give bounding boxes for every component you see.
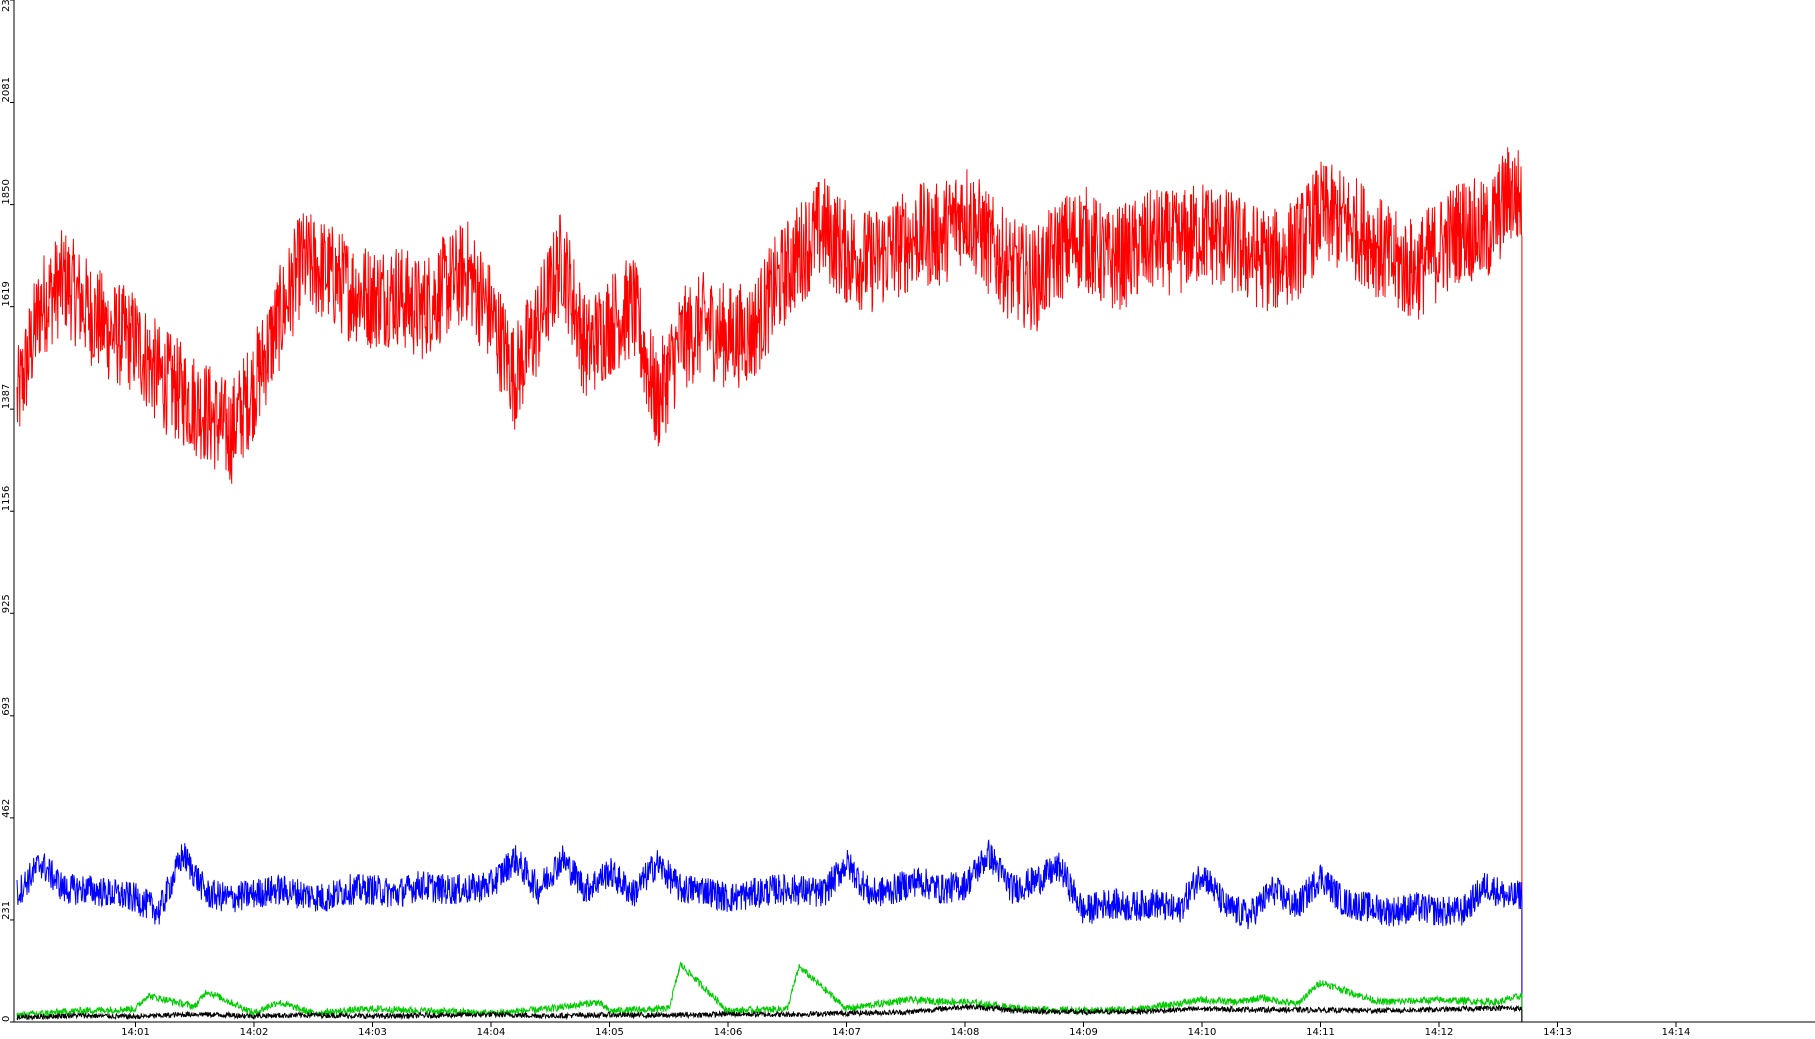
x-tick-label: 14:03 (358, 1027, 387, 1038)
x-tick-label: 14:05 (595, 1027, 624, 1038)
x-tick-label: 14:13 (1543, 1027, 1572, 1038)
y-tick-label: 1387 (1, 384, 12, 409)
y-tick-label: 925 (1, 594, 12, 613)
x-tick-label: 14:14 (1662, 1027, 1691, 1038)
line-chart: 0 231 462 693 925 1156 1387 1619 1850 2081 2313 14… (1, 0, 1815, 1038)
x-tick-label: 14:01 (121, 1027, 150, 1038)
y-tick-label: 1619 (1, 281, 12, 306)
x-tick-label: 14:04 (477, 1027, 506, 1038)
x-tick-label: 14:09 (1069, 1027, 1098, 1038)
x-tick-label: 14:10 (1188, 1027, 1217, 1038)
series-line-3 (16, 1003, 1523, 1022)
x-tick-label: 14:12 (1425, 1027, 1454, 1038)
y-tick-label: 462 (1, 799, 12, 818)
y-tick-label: 2081 (1, 77, 12, 102)
y-tick-label: 231 (1, 901, 12, 920)
series-layer (16, 147, 1523, 1022)
x-tick-label: 14:06 (714, 1027, 743, 1038)
y-tick-labels: 0 231 462 693 925 1156 1387 1619 1850 2081 2313 (1, 0, 14, 1023)
x-tick-label: 14:02 (240, 1027, 269, 1038)
x-tick-labels: 14:01 14:02 14:03 14:04 14:05 14:06 14:07 14:08… (121, 1022, 1690, 1038)
series-line-1 (16, 839, 1523, 1022)
y-tick-label: 1156 (1, 486, 12, 511)
y-tick-label: 2313 (1, 0, 12, 12)
y-tick-label: 0 (1, 1016, 12, 1022)
y-tick-label: 693 (1, 697, 12, 716)
x-tick-label: 14:07 (832, 1027, 861, 1038)
x-tick-label: 14:11 (1306, 1027, 1335, 1038)
x-tick-label: 14:08 (951, 1027, 980, 1038)
y-tick-label: 1850 (1, 179, 12, 204)
